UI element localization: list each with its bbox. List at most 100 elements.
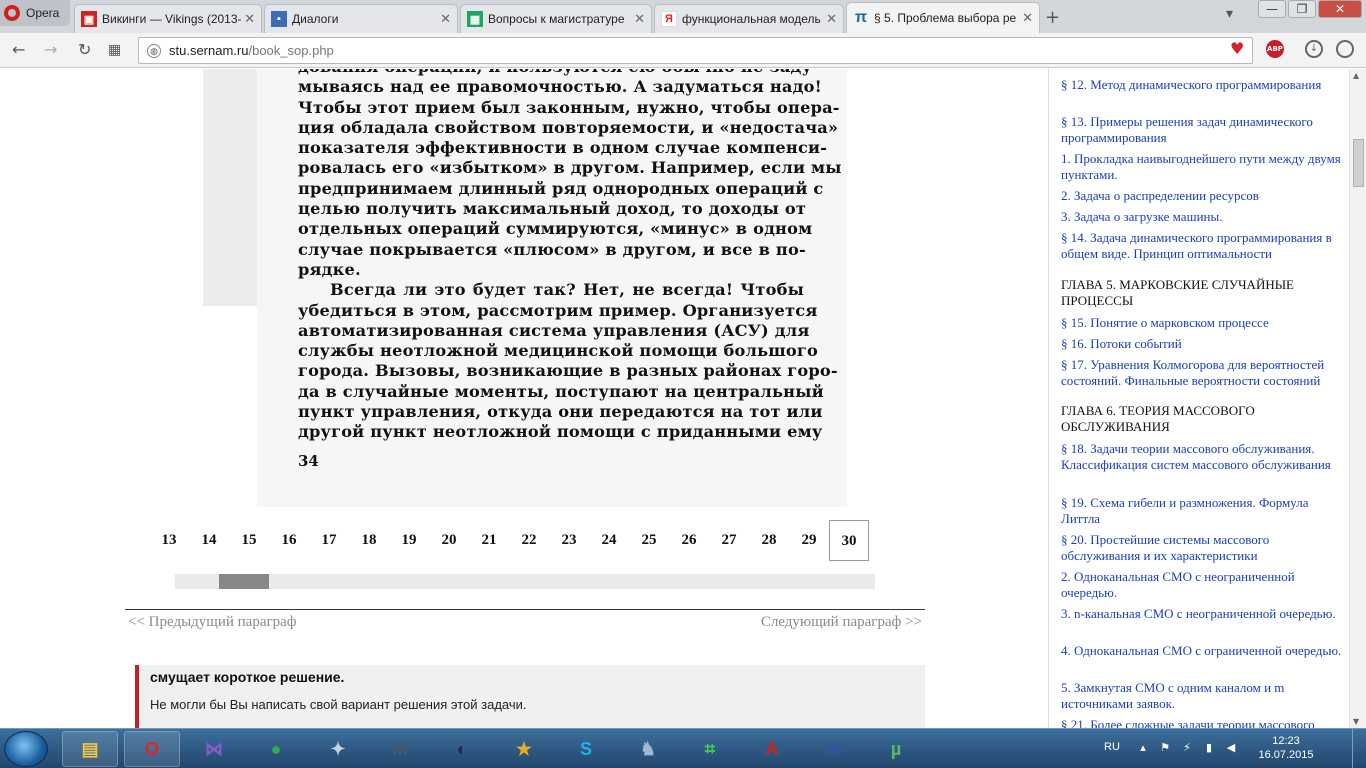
- flag-icon[interactable]: ⚑: [1158, 741, 1172, 755]
- page-link[interactable]: 19: [389, 520, 429, 561]
- acrobat-icon[interactable]: A: [744, 731, 800, 767]
- utorrent-icon[interactable]: µ: [868, 731, 924, 767]
- page-pager: 13 14 15 16 17 18 19 20 21 22 23 24 25 26 27 28 29 30: [162, 520, 880, 562]
- page-link[interactable]: 13: [149, 520, 189, 561]
- scan-line: ровалась его «избытком» в другом. Наприм…: [298, 158, 842, 178]
- power-icon[interactable]: ⚡: [1180, 741, 1194, 755]
- toc-link[interactable]: 4. Одноканальная СМО с ограниченной очер…: [1061, 643, 1343, 659]
- speed-dial-icon[interactable]: ▦: [108, 42, 121, 58]
- next-paragraph-link[interactable]: Следующий параграф >>: [761, 614, 922, 631]
- network-icon[interactable]: ▮: [1202, 741, 1216, 755]
- toc-link[interactable]: § 14. Задача динамического программирова…: [1061, 230, 1343, 262]
- skype-icon[interactable]: S: [558, 731, 614, 767]
- page-content: дования операции, и пользуются ею обычно…: [0, 69, 1366, 728]
- page-link[interactable]: 18: [349, 520, 389, 561]
- vertical-scrollbar[interactable]: ▲ ▼: [1349, 69, 1366, 728]
- horizontal-scrollbar[interactable]: [175, 574, 875, 589]
- scrollbar-thumb[interactable]: [1353, 139, 1364, 187]
- page-link[interactable]: 30: [829, 520, 869, 561]
- page-link[interactable]: 27: [709, 520, 749, 561]
- toc-link[interactable]: 3. n-канальная СМО с неограниченной очер…: [1061, 606, 1343, 622]
- eclipse-icon[interactable]: ◐: [434, 731, 490, 767]
- opera-icon[interactable]: O: [124, 731, 180, 767]
- prev-paragraph-link[interactable]: << Предыдущий параграф: [128, 614, 297, 631]
- volume-icon[interactable]: ◀: [1224, 741, 1238, 755]
- scan-line: службы неотложной медицинской помощи бол…: [298, 341, 818, 361]
- toc-link[interactable]: 2. Задача о распределении ресурсов: [1061, 188, 1343, 204]
- page-link[interactable]: 24: [589, 520, 629, 561]
- menu-icon[interactable]: [1336, 40, 1354, 58]
- satellite-icon[interactable]: ✦: [310, 731, 366, 767]
- close-icon[interactable]: ✕: [823, 11, 837, 27]
- page-link[interactable]: 28: [749, 520, 789, 561]
- page-link[interactable]: 21: [469, 520, 509, 561]
- close-icon[interactable]: ✕: [1019, 10, 1033, 26]
- page-link[interactable]: 25: [629, 520, 669, 561]
- toc-link[interactable]: 2. Одноканальная СМО с неограниченной оч…: [1061, 569, 1343, 601]
- adblock-icon[interactable]: ABP: [1266, 40, 1284, 58]
- reload-icon[interactable]: ↻: [78, 40, 91, 59]
- page-link[interactable]: 29: [789, 520, 829, 561]
- forward-icon[interactable]: →: [44, 40, 57, 59]
- page-gutter: [203, 69, 257, 306]
- close-icon[interactable]: ✕: [241, 11, 255, 27]
- maximize-icon[interactable]: ❐: [1288, 0, 1316, 18]
- scrollbar-thumb[interactable]: [219, 574, 269, 589]
- tab-dialogs[interactable]: ▪ Диалоги ✕: [264, 4, 458, 33]
- page-link[interactable]: 20: [429, 520, 469, 561]
- toc-link[interactable]: § 13. Примеры решения задач динамическог…: [1061, 114, 1343, 146]
- page-link[interactable]: 26: [669, 520, 709, 561]
- toc-link[interactable]: § 21. Более сложные задачи теории массов…: [1061, 717, 1343, 728]
- toc-link[interactable]: § 15. Понятие о марковском процессе: [1061, 315, 1343, 331]
- scan-line: ция обладала свойством повторяемости, и …: [298, 117, 839, 137]
- close-icon[interactable]: ✕: [437, 11, 451, 27]
- toc-link[interactable]: § 17. Уравнения Колмогорова для вероятно…: [1061, 357, 1343, 389]
- show-hidden-icons-icon[interactable]: ▴: [1136, 741, 1150, 755]
- page-link[interactable]: 17: [309, 520, 349, 561]
- tab-functional-model[interactable]: Яфункциональная модель ✕: [654, 4, 844, 33]
- page-link[interactable]: 22: [509, 520, 549, 561]
- clock[interactable]: 12:23 16.07.2015: [1251, 734, 1321, 762]
- page-link[interactable]: 23: [549, 520, 589, 561]
- page-link[interactable]: 14: [189, 520, 229, 561]
- mathcad-icon[interactable]: M: [372, 731, 428, 767]
- new-tab-button[interactable]: +: [1045, 7, 1060, 28]
- close-window-icon[interactable]: ✕: [1318, 0, 1362, 18]
- show-desktop-button[interactable]: [1352, 729, 1366, 768]
- word-icon[interactable]: W: [806, 731, 862, 767]
- back-icon[interactable]: ←: [12, 40, 25, 59]
- start-button[interactable]: [4, 731, 48, 767]
- toc-link[interactable]: § 16. Потоки событий: [1061, 336, 1343, 352]
- opera-menu-button[interactable]: Opera: [0, 0, 70, 26]
- toc-link[interactable]: 5. Замкнутая СМО с одним каналом и m ист…: [1061, 680, 1343, 712]
- toc-link[interactable]: § 19. Схема гибели и размножения. Формул…: [1061, 495, 1343, 527]
- explorer-icon[interactable]: ▤: [62, 731, 118, 767]
- download-icon[interactable]: ↓: [1305, 40, 1323, 58]
- toc-link[interactable]: § 18. Задачи теории массового обслуживан…: [1061, 441, 1343, 473]
- page-link[interactable]: 16: [269, 520, 309, 561]
- star-app-icon[interactable]: ★: [496, 731, 552, 767]
- chrome-icon[interactable]: ●: [248, 731, 304, 767]
- heart-icon[interactable]: ♥: [1230, 39, 1244, 58]
- opera-logo-icon: [4, 5, 20, 21]
- scan-line: Чтобы этот прием был законным, нужно, чт…: [298, 97, 840, 117]
- scroll-up-icon[interactable]: ▲: [1353, 71, 1359, 80]
- qt-creator-icon[interactable]: ⌗: [682, 731, 738, 767]
- tab-current[interactable]: π § 5. Проблема выбора ре ✕: [846, 2, 1040, 33]
- minimize-icon[interactable]: —: [1258, 0, 1286, 18]
- close-icon[interactable]: ✕: [631, 11, 645, 27]
- tab-vikings[interactable]: ▣ Викинги — Vikings (2013- ✕: [74, 4, 262, 33]
- toc-link[interactable]: 3. Задача о загрузке машины.: [1061, 209, 1343, 225]
- address-bar[interactable]: ◍ stu.sernam.ru/book_sop.php: [138, 37, 1253, 64]
- language-indicator[interactable]: RU: [1104, 741, 1120, 753]
- tab-questions[interactable]: ▦ Вопросы к магистратуре ✕: [460, 4, 652, 33]
- tab-menu-icon[interactable]: ▾: [1226, 6, 1233, 22]
- toc-link[interactable]: § 20. Простейшие системы массового обслу…: [1061, 532, 1343, 564]
- page-link[interactable]: 15: [229, 520, 269, 561]
- visual-studio-icon[interactable]: ⋈: [186, 731, 242, 767]
- globe-icon: ◍: [147, 43, 161, 58]
- postgresql-icon[interactable]: ♞: [620, 731, 676, 767]
- toc-link[interactable]: 1. Прокладка наивыгоднейшего пути между …: [1061, 151, 1343, 183]
- toc-link[interactable]: § 12. Метод динамического программирован…: [1061, 77, 1343, 93]
- scroll-down-icon[interactable]: ▼: [1353, 717, 1359, 726]
